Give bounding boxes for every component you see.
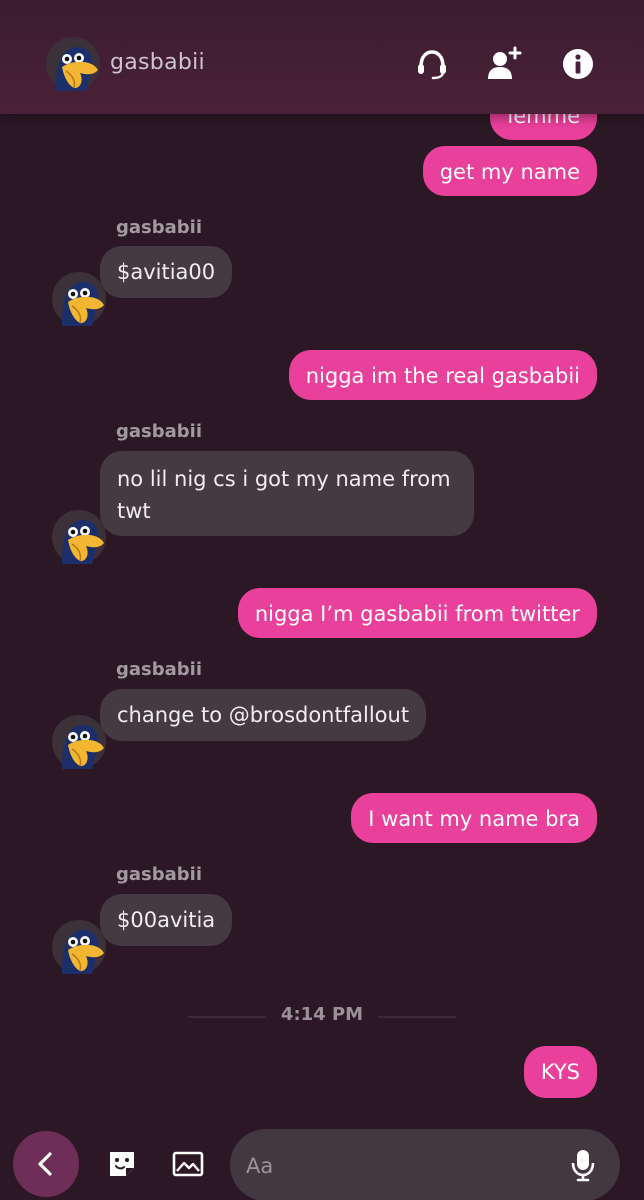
message-bubble-incoming[interactable]: $00avitia [100,894,233,946]
message-input[interactable] [244,1147,548,1185]
message-text-line: no lil nig cs i got my name from [117,467,451,491]
add-user-button[interactable] [484,44,524,84]
sender-name: gasbabii [116,421,203,442]
message-list[interactable]: lemme get my name gasbabii $avitia00 nig… [0,0,644,1200]
microphone-icon [571,1150,595,1182]
sender-name: gasbabii [116,864,203,885]
message-bubble-incoming[interactable]: $avitia00 [100,246,233,298]
message-text-line: twt [117,499,151,523]
contact-avatar[interactable] [52,715,106,769]
timestamp-divider: 4:14 PM [280,1004,364,1025]
divider-line-left [188,1016,266,1018]
message-composer[interactable] [230,1129,620,1200]
voice-message-button[interactable] [568,1147,598,1183]
divider-line-right [378,1016,456,1018]
info-button[interactable] [558,44,598,84]
back-button[interactable] [13,1131,79,1197]
back-arrow-icon [38,1152,52,1176]
chat-header: gasbabii [0,0,644,114]
image-button[interactable] [171,1147,205,1181]
contact-avatar[interactable] [52,272,106,326]
headset-icon [418,50,446,80]
message-bubble-outgoing[interactable]: I want my name bra [351,793,597,843]
sender-name: gasbabii [116,217,203,238]
message-bubble-outgoing[interactable]: nigga I’m gasbabii from twitter [237,588,597,638]
message-bubble-outgoing[interactable]: nigga im the real gasbabii [288,350,597,400]
sticker-button[interactable] [105,1147,139,1181]
contact-avatar[interactable] [52,510,106,564]
sender-name: gasbabii [116,659,203,680]
voice-chat-button[interactable] [412,44,452,84]
sticker-icon [110,1152,134,1176]
message-bubble-incoming[interactable]: no lil nig cs i got my name from twt [100,451,474,536]
info-icon [563,49,593,79]
contact-avatar[interactable] [46,37,100,91]
message-bubble-incoming[interactable]: change to @brosdontfallout [100,689,427,741]
contact-name[interactable]: gasbabii [110,50,205,75]
contact-avatar[interactable] [52,920,106,974]
add-user-icon [488,46,522,79]
message-bubble-outgoing[interactable]: KYS [523,1046,597,1098]
message-bubble-outgoing[interactable]: get my name [422,146,597,196]
chat-screen: lemme get my name gasbabii $avitia00 nig… [0,0,644,1200]
image-icon [172,1151,204,1177]
